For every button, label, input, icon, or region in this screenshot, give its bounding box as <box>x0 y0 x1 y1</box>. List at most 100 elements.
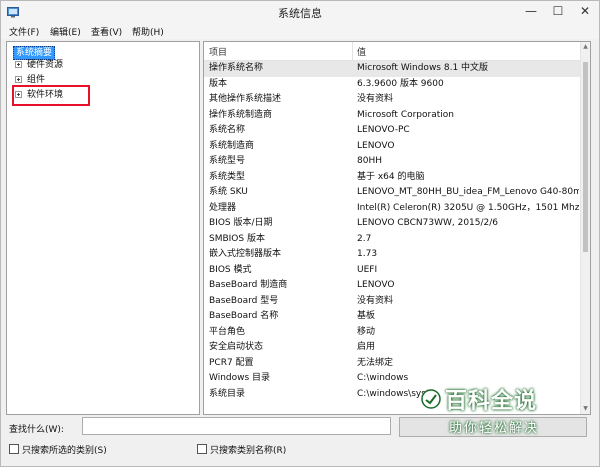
only-category-names-label: 只搜索类别名称(R) <box>210 446 287 456</box>
table-row[interactable]: BIOS 模式 UEFI <box>204 263 590 279</box>
row-value-cell: LENOVO-PC <box>357 125 410 135</box>
row-item-cell: 安全启动状态 <box>209 342 264 352</box>
table-row[interactable]: PCR7 配置 无法绑定 <box>204 356 590 372</box>
table-row[interactable]: 系统名称 LENOVO-PC <box>204 123 590 139</box>
only-category-names-option[interactable]: 只搜索类别名称(R) <box>197 444 286 456</box>
category-tree: 系统摘要 硬件资源 组件 软件环境 <box>6 41 200 415</box>
table-row[interactable]: BaseBoard 制造商 LENOVO <box>204 278 590 294</box>
close-button[interactable]: ✕ <box>571 1 599 21</box>
row-value-cell: 6.3.9600 版本 9600 <box>357 78 444 89</box>
table-row[interactable]: 系统制造商 LENOVO <box>204 139 590 155</box>
menu-edit[interactable]: 编辑(E) <box>50 25 81 38</box>
table-row[interactable]: BaseBoard 名称 基板 <box>204 309 590 325</box>
find-what-input[interactable] <box>82 417 391 435</box>
table-row[interactable]: SMBIOS 版本 2.7 <box>204 232 590 248</box>
row-item-cell: 系统 SKU <box>209 187 248 197</box>
row-item-cell: 系统型号 <box>209 156 246 166</box>
row-value-cell: 没有资料 <box>357 295 394 306</box>
table-row[interactable]: 嵌入式控制器版本 1.73 <box>204 247 590 263</box>
tree-item-label: 组件 <box>27 75 46 85</box>
row-value-cell: LENOVO <box>357 140 395 151</box>
only-selected-category-option[interactable]: 只搜索所选的类别(S) <box>9 444 107 456</box>
row-item-cell: 处理器 <box>209 202 237 213</box>
vertical-scrollbar[interactable]: ▲ ▼ <box>580 42 590 414</box>
row-value-cell: 启用 <box>357 342 376 352</box>
row-item-cell: BIOS 模式 <box>209 264 252 275</box>
row-item-cell: 系统目录 <box>209 388 246 399</box>
row-value-cell: 80HH <box>357 156 382 166</box>
row-item-cell: SMBIOS 版本 <box>209 233 265 244</box>
scroll-up-arrow-icon[interactable]: ▲ <box>582 43 589 51</box>
row-value-cell: Microsoft Corporation <box>357 109 454 120</box>
row-item-cell: BaseBoard 制造商 <box>209 280 288 290</box>
table-row[interactable]: 版本 6.3.9600 版本 9600 <box>204 77 590 93</box>
row-item-cell: BaseBoard 型号 <box>209 295 279 306</box>
table-row[interactable]: 安全启动状态 启用 <box>204 340 590 356</box>
row-value-cell: 基板 <box>357 311 376 321</box>
menu-view[interactable]: 查看(V) <box>91 25 122 38</box>
watermark-brand: 百科全说 <box>445 389 538 414</box>
row-value-cell: Microsoft Windows 8.1 中文版 <box>357 63 489 73</box>
list-rows: 操作系统名称 Microsoft Windows 8.1 中文版版本 6.3.960… <box>204 61 590 402</box>
window-title: 系统信息 <box>278 7 322 20</box>
only-category-names-checkbox[interactable] <box>197 444 207 454</box>
menu-bar: 文件(F) 编辑(E) 查看(V) 帮助(H) <box>1 23 599 39</box>
watermark-logo-icon <box>421 389 441 409</box>
table-row[interactable]: 其他操作系统描述 没有资料 <box>204 92 590 108</box>
row-value-cell: 移动 <box>357 326 376 337</box>
tree-item-system-summary[interactable]: 系统摘要 <box>13 46 56 60</box>
row-item-cell: 嵌入式控制器版本 <box>209 249 282 259</box>
menu-help[interactable]: 帮助(H) <box>132 25 164 38</box>
row-value-cell: 1.73 <box>357 249 378 259</box>
maximize-button[interactable]: ☐ <box>544 1 572 21</box>
row-value-cell: 无法绑定 <box>357 357 394 368</box>
table-row[interactable]: 系统类型 基于 x64 的电脑 <box>204 170 590 186</box>
column-header-value[interactable]: 值 <box>357 45 366 58</box>
table-row[interactable]: 操作系统制造商 Microsoft Corporation <box>204 108 590 124</box>
table-row[interactable]: 操作系统名称 Microsoft Windows 8.1 中文版 <box>204 61 590 77</box>
column-divider[interactable] <box>352 42 353 60</box>
row-value-cell: LENOVO_MT_80HH_BU_idea_FM_Lenovo G40-80m <box>357 187 579 197</box>
row-value-cell: Intel(R) Celeron(R) 3205U @ 1.50GHz，1501… <box>357 202 579 213</box>
row-value-cell: LENOVO CBCN73WW, 2015/2/6 <box>357 218 499 228</box>
row-item-cell: BaseBoard 名称 <box>209 311 279 321</box>
row-value-cell: 基于 x64 的电脑 <box>357 171 425 182</box>
row-value-cell: LENOVO <box>357 280 395 290</box>
tree-item-hardware-resources[interactable]: 硬件资源 <box>15 59 63 72</box>
row-value-cell: 没有资料 <box>357 94 394 104</box>
row-item-cell: 其他操作系统描述 <box>209 94 282 104</box>
row-item-cell: 系统名称 <box>209 125 246 135</box>
expand-plus-icon[interactable] <box>15 76 22 83</box>
minimize-icon: — <box>525 4 537 18</box>
table-row[interactable]: 处理器 Intel(R) Celeron(R) 3205U @ 1.50GHz，1… <box>204 201 590 217</box>
find-what-label: 查找什么(W): <box>9 425 64 435</box>
tree-item-label: 硬件资源 <box>27 60 64 70</box>
title-bar: 系统信息 — ☐ ✕ <box>1 1 599 23</box>
list-header: 项目 值 <box>204 42 590 61</box>
highlight-annotation-box <box>12 85 90 106</box>
scroll-thumb[interactable] <box>583 62 588 252</box>
watermark: 百科全说 助你轻松解决 <box>421 383 591 443</box>
row-item-cell: 操作系统制造商 <box>209 109 273 120</box>
table-row[interactable]: 系统型号 80HH <box>204 154 590 170</box>
table-row[interactable]: BaseBoard 型号 没有资料 <box>204 294 590 310</box>
menu-file[interactable]: 文件(F) <box>9 25 39 38</box>
row-item-cell: Windows 目录 <box>209 373 271 383</box>
table-row[interactable]: 系统 SKU LENOVO_MT_80HH_BU_idea_FM_Lenovo G… <box>204 185 590 201</box>
row-item-cell: 平台角色 <box>209 326 246 337</box>
watermark-tagline: 助你轻松解决 <box>449 421 540 436</box>
row-value-cell: 2.7 <box>357 233 372 244</box>
system-info-window: 系统信息 — ☐ ✕ 文件(F) 编辑(E) 查看(V) 帮助(H) 系统摘要 … <box>0 0 600 467</box>
table-row[interactable]: 平台角色 移动 <box>204 325 590 341</box>
expand-plus-icon[interactable] <box>15 61 22 68</box>
row-item-cell: 系统类型 <box>209 171 246 182</box>
column-header-item[interactable]: 项目 <box>209 45 227 58</box>
only-selected-category-checkbox[interactable] <box>9 444 19 454</box>
minimize-button[interactable]: — <box>517 1 545 21</box>
row-value-cell: UEFI <box>357 264 378 275</box>
row-item-cell: PCR7 配置 <box>209 357 254 368</box>
table-row[interactable]: BIOS 版本/日期 LENOVO CBCN73WW, 2015/2/6 <box>204 216 590 232</box>
row-item-cell: 操作系统名称 <box>209 63 264 73</box>
row-item-cell: 版本 <box>209 78 228 89</box>
row-item-cell: 系统制造商 <box>209 140 255 151</box>
